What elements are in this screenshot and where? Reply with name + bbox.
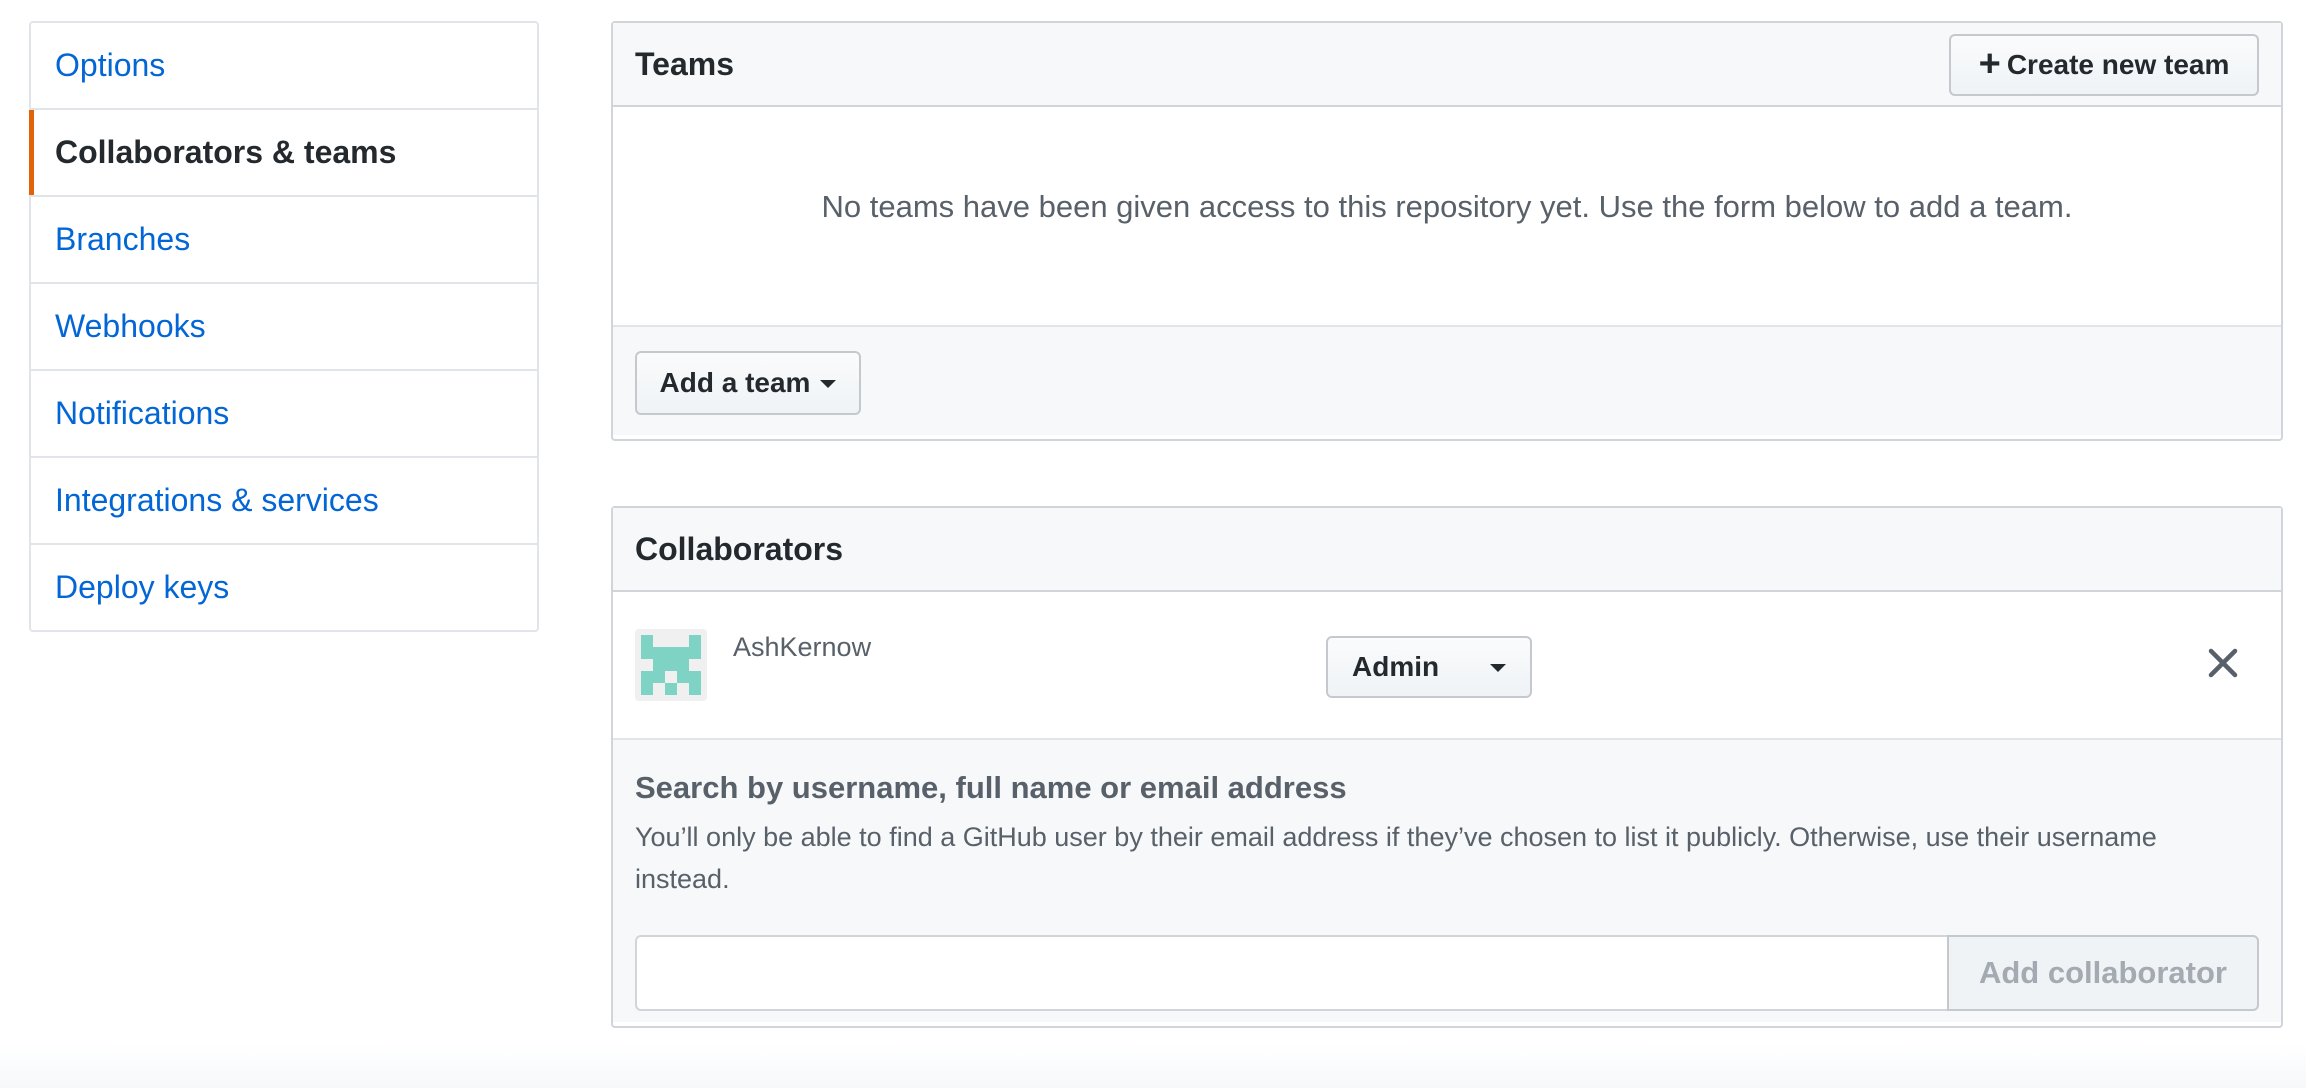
- avatar[interactable]: [635, 629, 707, 701]
- permission-select[interactable]: Admin: [1326, 636, 1532, 698]
- sidebar-item-integrations-services[interactable]: Integrations & services: [31, 458, 537, 545]
- sidebar-item-notifications[interactable]: Notifications: [31, 371, 537, 458]
- settings-sidebar: Options Collaborators & teams Branches W…: [29, 21, 539, 632]
- add-collaborator-label: Add collaborator: [1978, 955, 2227, 990]
- permission-label: Admin: [1352, 651, 1440, 682]
- sidebar-item-options[interactable]: Options: [31, 23, 537, 110]
- search-heading: Search by username, full name or email a…: [635, 770, 1347, 805]
- add-collaborator-button[interactable]: Add collaborator: [1947, 935, 2259, 1011]
- teams-empty-message: No teams have been given access to this …: [821, 189, 2073, 224]
- collaborators-title: Collaborators: [635, 530, 844, 567]
- close-icon[interactable]: [2205, 645, 2241, 681]
- teams-title: Teams: [635, 45, 735, 82]
- create-new-team-label: Create new team: [2006, 49, 2230, 80]
- sidebar-item-collaborators-teams[interactable]: Collaborators & teams: [29, 110, 537, 197]
- teams-box: Teams + Create new team No teams have be…: [611, 21, 2283, 441]
- add-collaborator-form: Search by username, full name or email a…: [613, 740, 2281, 1022]
- search-note: You’ll only be able to find a GitHub use…: [635, 822, 2157, 894]
- sidebar-item-webhooks[interactable]: Webhooks: [31, 284, 537, 371]
- add-team-label: Add a team: [659, 367, 811, 398]
- collaborator-username[interactable]: AshKernow: [733, 632, 871, 663]
- caret-down-icon: [820, 380, 837, 388]
- teams-footer: Add a team: [613, 327, 2281, 435]
- sidebar-item-branches[interactable]: Branches: [31, 197, 537, 284]
- create-new-team-button[interactable]: + Create new team: [1949, 34, 2259, 96]
- search-row: Add collaborator: [635, 935, 2259, 1011]
- identicon-icon: [635, 629, 707, 701]
- collaborator-row: AshKernow Admin: [613, 592, 2281, 740]
- teams-blankslate: No teams have been given access to this …: [613, 107, 2281, 327]
- collaborators-box: Collaborators AshKernow Admin Search by …: [611, 506, 2283, 1028]
- page-bottom-fade: [0, 1044, 2306, 1088]
- collaborators-header: Collaborators: [613, 508, 2281, 592]
- sidebar-item-deploy-keys[interactable]: Deploy keys: [31, 545, 537, 630]
- caret-down-icon: [1490, 664, 1506, 672]
- add-team-button[interactable]: Add a team: [635, 351, 861, 415]
- plus-icon: +: [1978, 43, 2001, 85]
- collaborator-search-input[interactable]: [635, 935, 1947, 1011]
